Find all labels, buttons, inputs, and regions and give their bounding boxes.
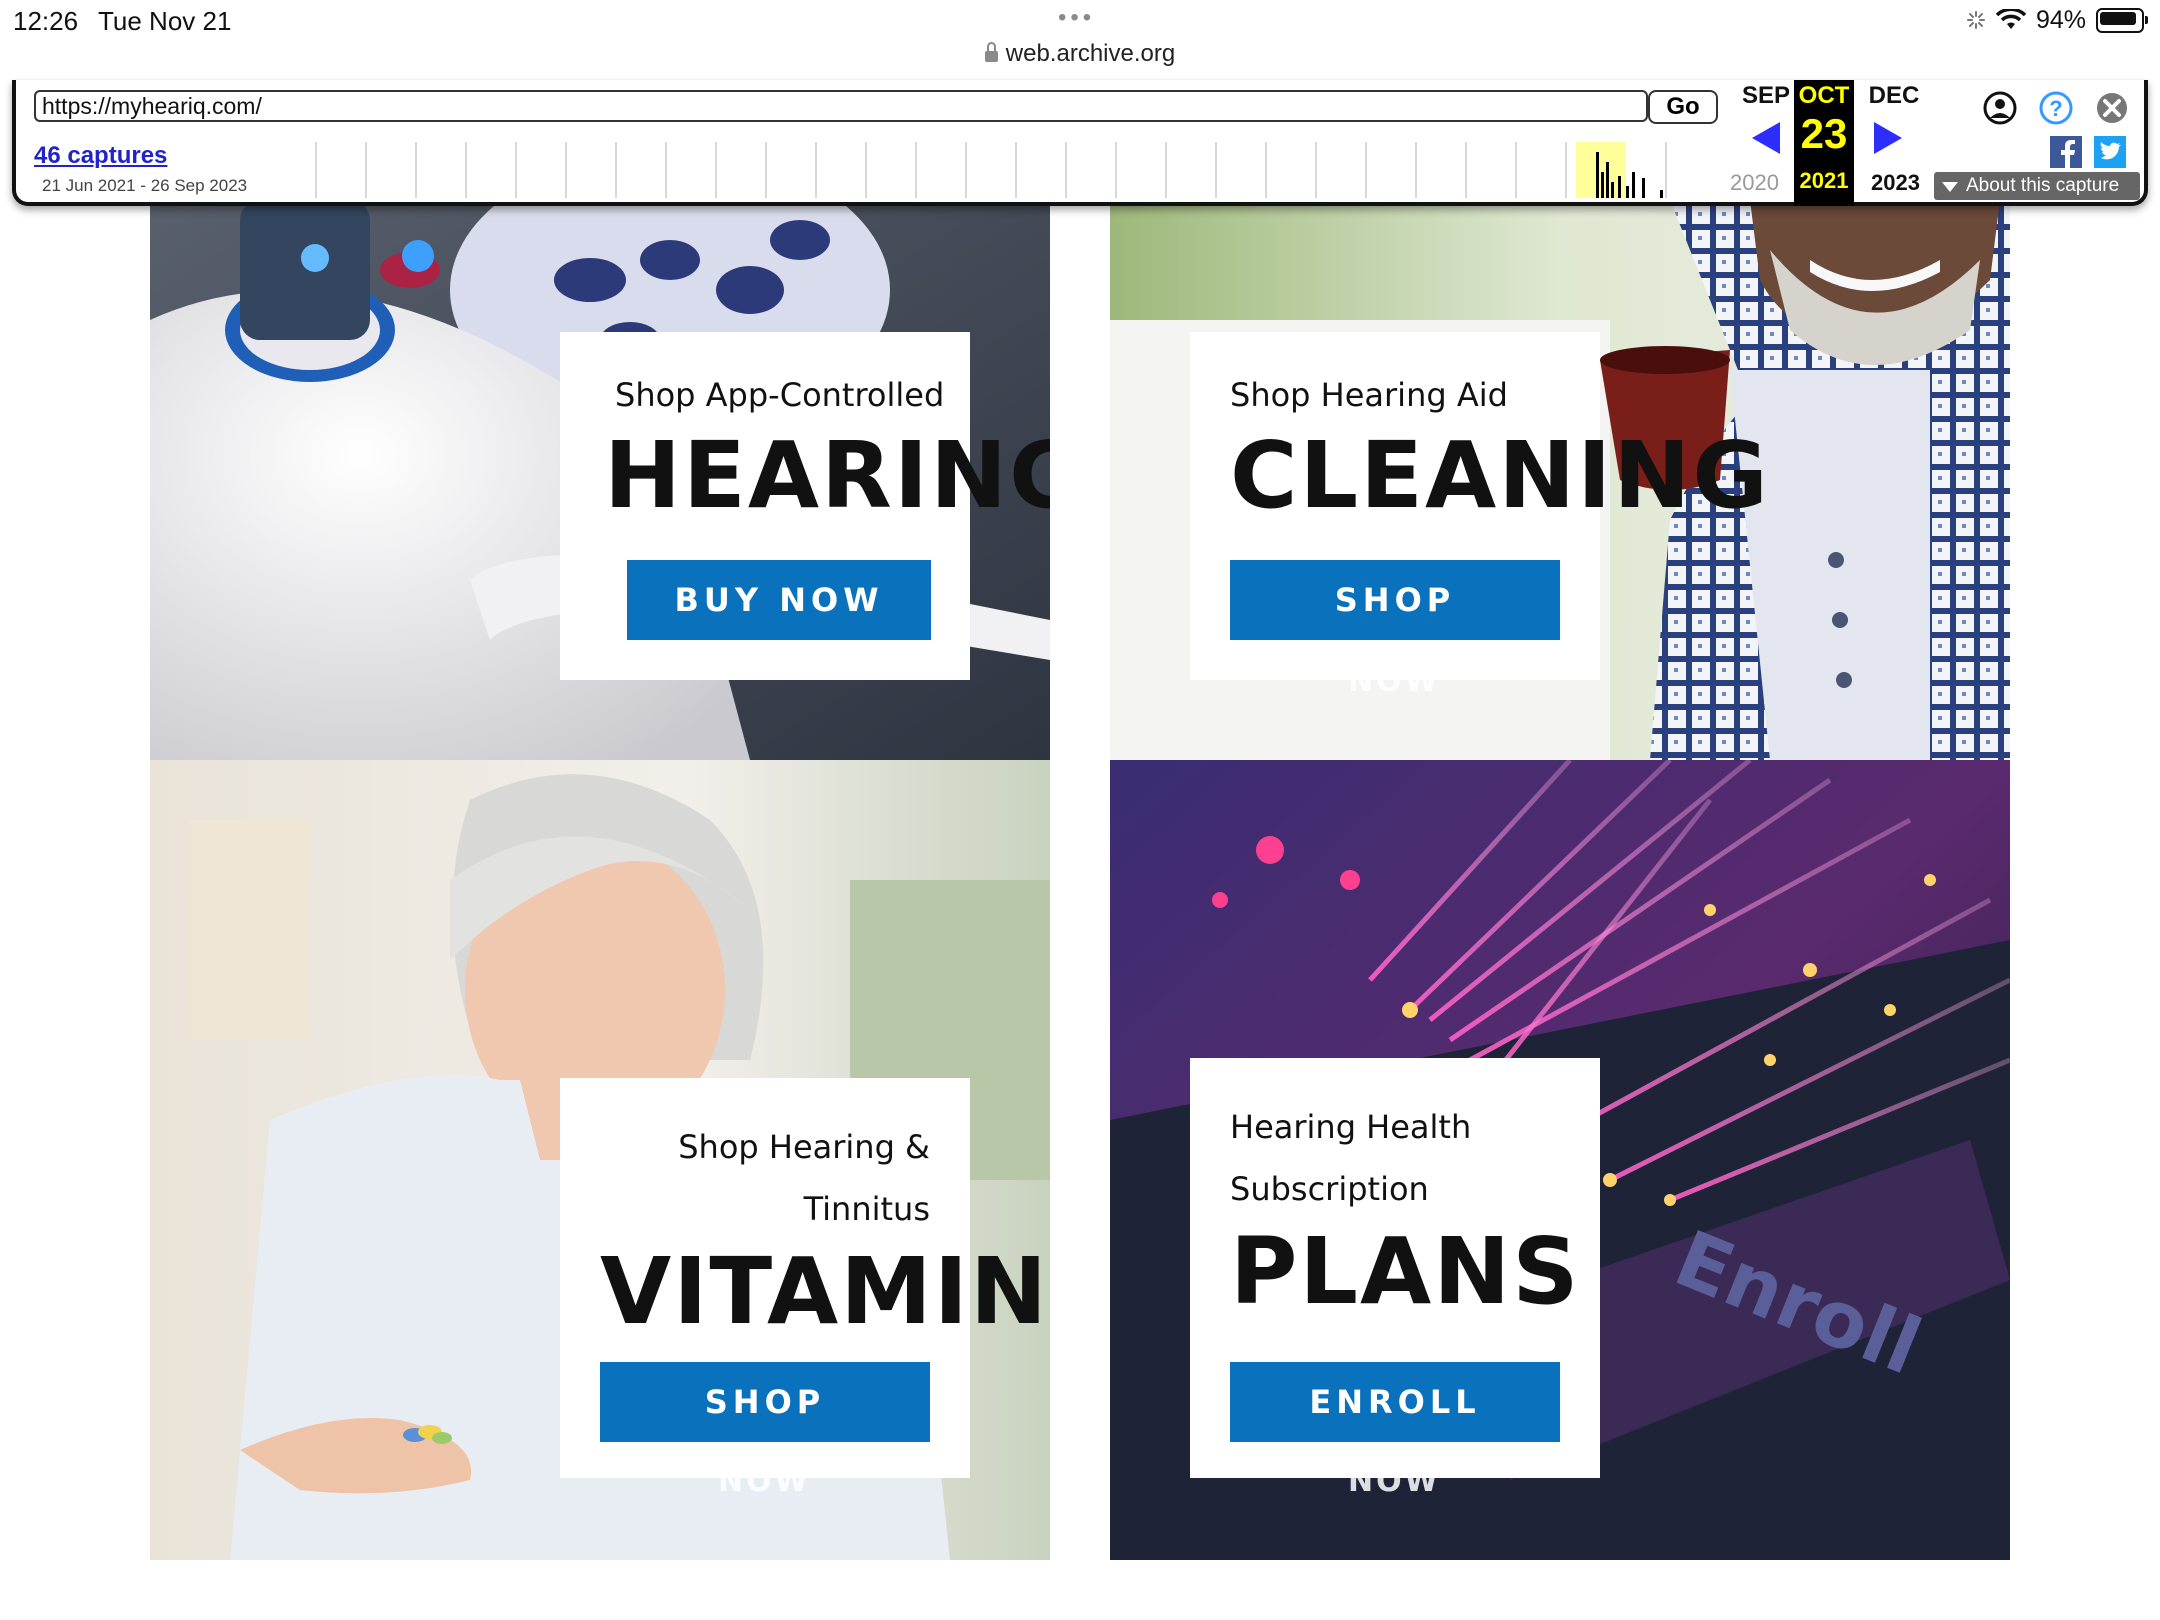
captures-link[interactable]: 46 captures (34, 142, 167, 170)
battery-icon (2096, 7, 2148, 33)
about-capture-label: About this capture (1966, 175, 2120, 196)
tile-hearing[interactable]: Shop App-Controlled HEARING BUY NOW (150, 200, 1050, 760)
facebook-icon[interactable] (2050, 136, 2082, 168)
enroll-button[interactable]: ENROLL (1230, 1362, 1560, 1442)
go-button[interactable]: Go (1648, 90, 1718, 124)
cleaning-card: Shop Hearing Aid CLEANING SHOP (1190, 332, 1768, 680)
svg-text:?: ? (2049, 96, 2062, 121)
close-icon[interactable] (2094, 90, 2130, 126)
current-day-label: 23 (1800, 110, 1848, 157)
vitamins-card: Shop Hearing & Tinnitus VITAMINS SHOP (560, 1078, 1050, 1478)
current-month-label: OCT (1798, 82, 1850, 109)
more-tabs-icon[interactable]: ••• (1058, 4, 1095, 32)
tile-plans[interactable]: Enroll Hearing Health Subscription PLANS… (1110, 760, 2010, 1560)
plans-card: Hearing Health Subscription PLANS ENROLL (1190, 1058, 1600, 1478)
wifi-icon (1995, 9, 2026, 29)
status-time: 12:26 (13, 6, 79, 36)
about-capture-dropdown[interactable]: About this capture (1934, 172, 2140, 200)
address-bar[interactable]: web.archive.org (0, 40, 2160, 68)
next-month-label[interactable]: DEC (1864, 82, 1924, 110)
vitamins-preheading-line1: Shop Hearing & (678, 1128, 930, 1166)
battery-percent: 94% (2035, 5, 2086, 34)
hearing-card: Shop App-Controlled HEARING BUY NOW (560, 332, 1050, 680)
activity-icon (1966, 11, 1985, 29)
vitamins-title: VITAMINS (600, 1238, 1050, 1345)
hearing-title: HEARING (604, 422, 1050, 529)
tile-cleaning[interactable]: Shop Hearing Aid CLEANING SHOP NOW (1110, 200, 2010, 760)
vitamins-shop-button[interactable]: SHOP (600, 1362, 930, 1442)
tile-vitamins[interactable]: Shop Hearing & Tinnitus VITAMINS SHOP NO… (150, 760, 1050, 1560)
cleaning-now-overflow: NOW (1348, 664, 1441, 699)
plans-preheading-line1: Hearing Health (1230, 1108, 1472, 1146)
current-year-label: 2021 (1799, 168, 1849, 193)
captures-date-range: 21 Jun 2021 - 26 Sep 2023 (42, 176, 248, 195)
plans-title: PLANS (1230, 1218, 1581, 1325)
cleaning-title: CLEANING (1230, 422, 1770, 529)
wayback-url-input[interactable] (34, 90, 1648, 122)
dropdown-triangle-icon (1942, 182, 1958, 192)
prev-capture-arrow-icon[interactable] (1752, 122, 1780, 154)
status-bar: 12:26 Tue Nov 21 ••• web.archive.org 94% (0, 0, 2160, 80)
capture-sparkline[interactable] (314, 142, 1714, 198)
vitamins-now-overflow: NOW (718, 1464, 811, 1499)
next-capture-arrow-icon[interactable] (1874, 122, 1902, 154)
status-indicators: 94% (1966, 4, 2148, 36)
lock-icon (984, 42, 998, 62)
buy-now-button[interactable]: BUY NOW (627, 560, 931, 640)
cleaning-preheading: Shop Hearing Aid (1230, 376, 1508, 414)
prev-year-label[interactable]: 2020 (1730, 170, 1779, 196)
user-account-icon[interactable] (1982, 90, 2018, 126)
twitter-icon[interactable] (2094, 136, 2126, 168)
plans-preheading-line2: Subscription (1230, 1170, 1429, 1208)
prev-month-label[interactable]: SEP (1736, 82, 1796, 110)
plans-now-overflow: NOW (1348, 1464, 1441, 1499)
address-text: web.archive.org (1005, 40, 1176, 67)
help-icon[interactable]: ? (2038, 90, 2074, 126)
vitamins-preheading-line2: Tinnitus (803, 1190, 930, 1228)
next-year-label[interactable]: 2023 (1871, 170, 1920, 196)
cleaning-shop-button[interactable]: SHOP (1230, 560, 1560, 640)
hearing-preheading: Shop App-Controlled (615, 376, 945, 414)
status-date: Tue Nov 21 (98, 6, 232, 36)
wayback-toolbar: Go 46 captures 21 Jun 2021 - 26 Sep 2023… (12, 80, 2148, 206)
